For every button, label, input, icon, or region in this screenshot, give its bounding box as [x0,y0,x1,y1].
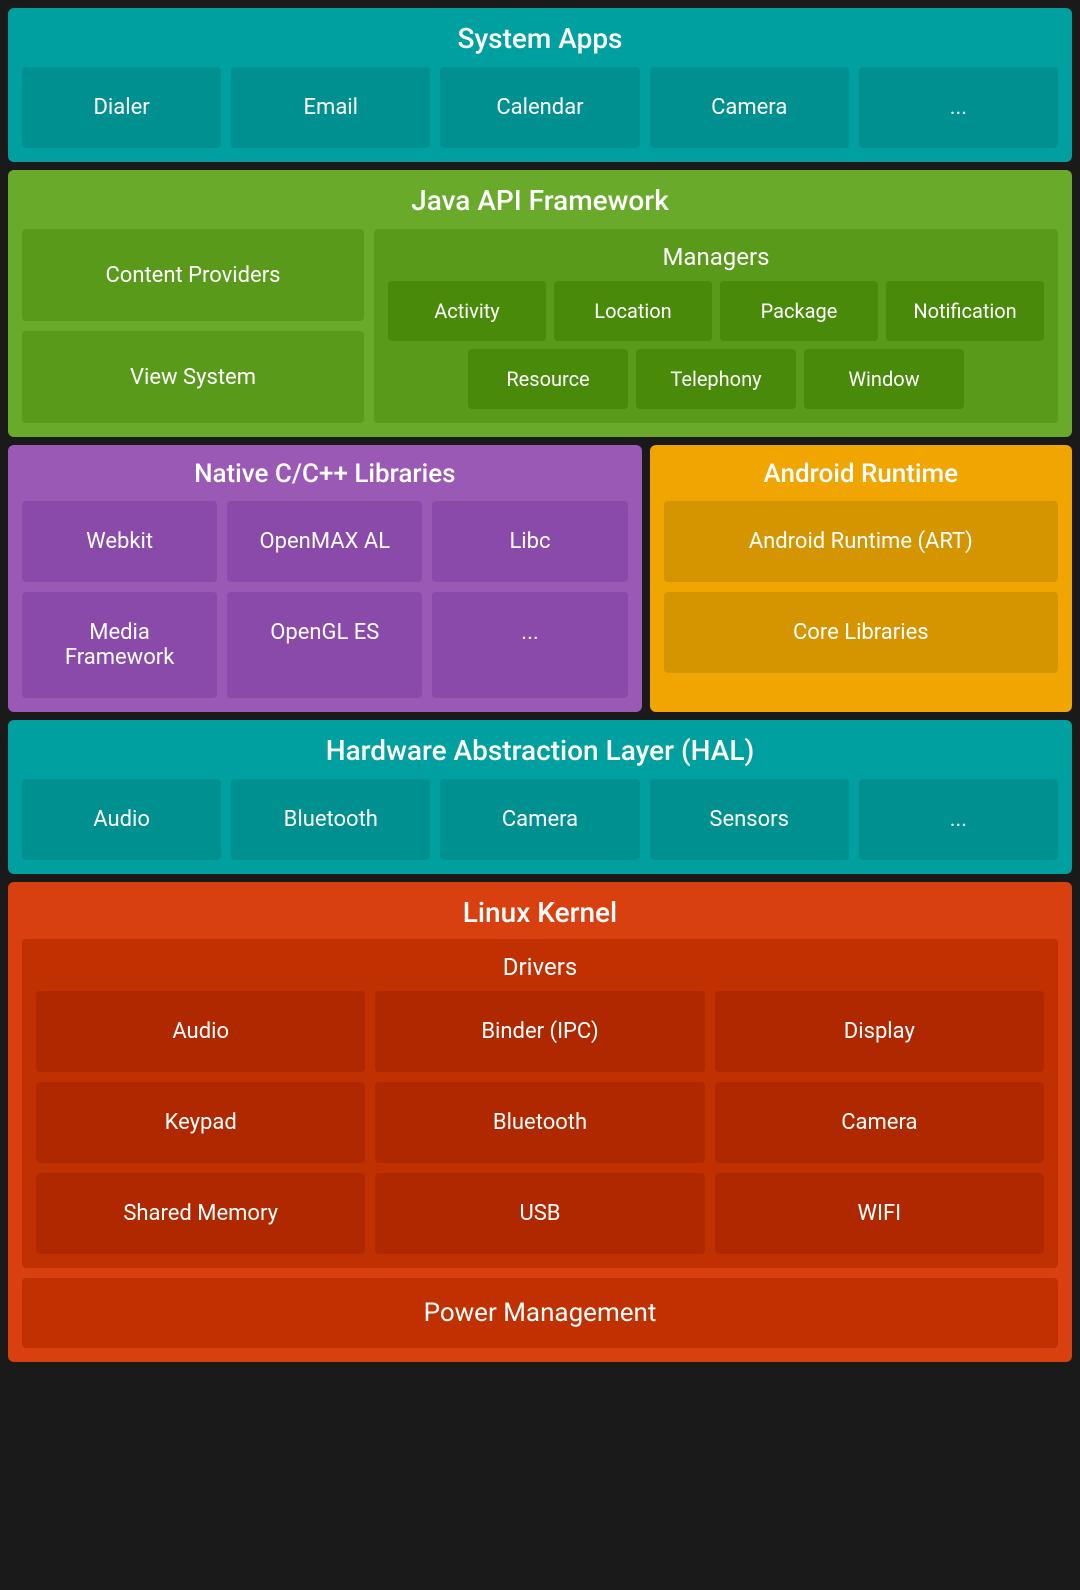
manager-resource: Resource [468,349,628,409]
content-providers-tile: Content Providers [22,229,364,321]
native-webkit: Webkit [22,501,217,582]
driver-shared-memory: Shared Memory [36,1173,365,1254]
native-cpp-title: Native C/C++ Libraries [22,459,628,489]
native-opengl: OpenGL ES [227,592,422,698]
android-runtime-title: Android Runtime [664,459,1058,489]
drivers-title: Drivers [36,953,1044,981]
manager-package: Package [720,281,878,341]
hal-more: ... [859,779,1058,860]
android-runtime-layer: Android Runtime Android Runtime (ART) Co… [650,445,1072,712]
app-tile-more: ... [859,67,1058,148]
hal-camera: Camera [440,779,639,860]
managers-box: Managers Activity Location Package Notif… [374,229,1058,423]
drivers-box: Drivers Audio Binder (IPC) Display Keypa… [22,939,1058,1268]
java-api-title: Java API Framework [22,184,1058,217]
native-runtime-row: Native C/C++ Libraries Webkit OpenMAX AL… [8,445,1072,712]
native-openmax: OpenMAX AL [227,501,422,582]
driver-wifi: WIFI [715,1173,1044,1254]
native-libc: Libc [432,501,627,582]
managers-row2: Resource Telephony Window [388,349,1044,409]
android-runtime-art: Android Runtime (ART) [664,501,1058,582]
managers-row1: Activity Location Package Notification [388,281,1044,341]
linux-kernel-title: Linux Kernel [22,896,1058,929]
app-tile-calendar: Calendar [440,67,639,148]
hal-layer: Hardware Abstraction Layer (HAL) Audio B… [8,720,1072,874]
native-media: Media Framework [22,592,217,698]
system-apps-title: System Apps [22,22,1058,55]
managers-title: Managers [388,243,1044,271]
driver-binder: Binder (IPC) [375,991,704,1072]
native-cpp-layer: Native C/C++ Libraries Webkit OpenMAX AL… [8,445,642,712]
driver-camera: Camera [715,1082,1044,1163]
app-tile-email: Email [231,67,430,148]
hal-bluetooth: Bluetooth [231,779,430,860]
hal-sensors: Sensors [650,779,849,860]
driver-bluetooth: Bluetooth [375,1082,704,1163]
hal-title: Hardware Abstraction Layer (HAL) [22,734,1058,767]
native-grid: Webkit OpenMAX AL Libc Media Framework O… [22,501,628,698]
app-tile-camera: Camera [650,67,849,148]
manager-telephony: Telephony [636,349,796,409]
native-more: ... [432,592,627,698]
driver-audio: Audio [36,991,365,1072]
driver-display: Display [715,991,1044,1072]
drivers-grid: Audio Binder (IPC) Display Keypad Blueto… [36,991,1044,1254]
system-apps-grid: Dialer Email Calendar Camera ... [22,67,1058,148]
manager-notification: Notification [886,281,1044,341]
manager-location: Location [554,281,712,341]
linux-kernel-layer: Linux Kernel Drivers Audio Binder (IPC) … [8,882,1072,1362]
java-api-layer: Java API Framework Content Providers Vie… [8,170,1072,437]
app-tile-dialer: Dialer [22,67,221,148]
view-system-tile: View System [22,331,364,423]
android-runtime-core: Core Libraries [664,592,1058,673]
driver-keypad: Keypad [36,1082,365,1163]
system-apps-layer: System Apps Dialer Email Calendar Camera… [8,8,1072,162]
java-api-content: Content Providers View System Managers A… [22,229,1058,423]
hal-audio: Audio [22,779,221,860]
hal-grid: Audio Bluetooth Camera Sensors ... [22,779,1058,860]
java-api-left: Content Providers View System [22,229,364,423]
manager-window: Window [804,349,964,409]
manager-activity: Activity [388,281,546,341]
power-management: Power Management [22,1278,1058,1348]
driver-usb: USB [375,1173,704,1254]
